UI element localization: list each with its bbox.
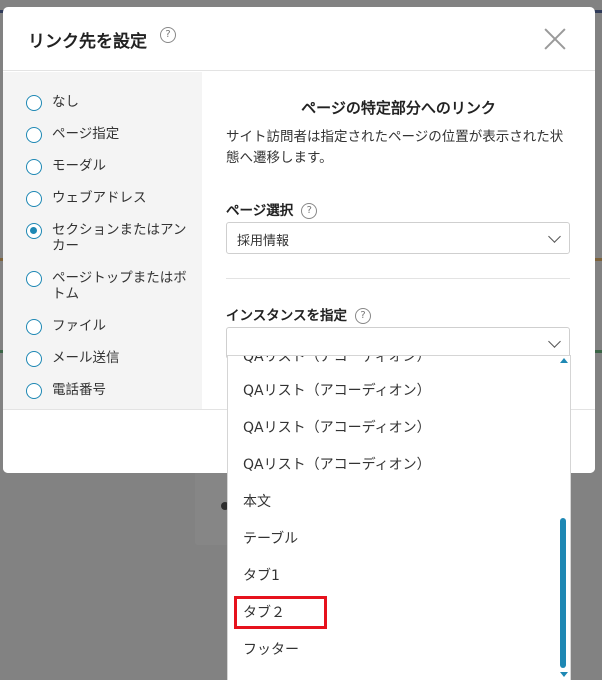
link-type-label: ページトップまたはボトム: [52, 270, 187, 302]
modal-header: リンク先を設定 ?: [3, 7, 595, 71]
link-type-page[interactable]: ページ指定: [26, 126, 197, 143]
help-icon[interactable]: ?: [301, 203, 318, 219]
dropdown-option[interactable]: QAリスト（アコーディオン）: [228, 410, 558, 447]
page-select-dropdown[interactable]: 採用情報: [226, 222, 570, 254]
dropdown-option[interactable]: 本文: [228, 484, 558, 521]
link-type-label: ファイル: [52, 318, 106, 334]
link-type-section-anchor[interactable]: セクションまたはアンカー: [26, 222, 197, 254]
highlight-box: [234, 596, 327, 629]
dropdown-option[interactable]: タブ1: [228, 558, 558, 595]
instance-label-text: インスタンスを指定: [226, 308, 347, 324]
chevron-down-icon: [548, 230, 561, 243]
dropdown-option[interactable]: テーブル: [228, 521, 558, 558]
link-type-modal[interactable]: モーダル: [26, 158, 197, 175]
link-type-label: メール送信: [52, 350, 120, 366]
page-select-value: 採用情報: [237, 234, 290, 249]
link-type-label: ウェブアドレス: [52, 190, 147, 206]
link-type-label: セクションまたはアンカー: [52, 222, 187, 254]
divider: [226, 278, 570, 279]
help-icon[interactable]: ?: [160, 27, 176, 43]
link-type-label: 電話番号: [52, 382, 106, 398]
radio-modal[interactable]: [26, 159, 42, 175]
scrollbar-thumb[interactable]: [560, 518, 566, 668]
instance-dropdown-list[interactable]: QAリスト（アコーディオン） QAリスト（アコーディオン） QAリスト（アコーデ…: [227, 355, 571, 680]
page-select-label: ページ選択?: [226, 199, 318, 219]
radio-page[interactable]: [26, 127, 42, 143]
scroll-down-arrow-icon[interactable]: [560, 672, 568, 677]
chevron-down-icon: [548, 335, 561, 348]
link-type-email[interactable]: メール送信: [26, 350, 197, 367]
modal-title: リンク先を設定: [28, 32, 147, 52]
dropdown-option[interactable]: QAリスト（アコーディオン）: [228, 373, 558, 410]
help-icon[interactable]: ?: [354, 308, 371, 324]
radio-file[interactable]: [26, 319, 42, 335]
close-button[interactable]: [541, 25, 569, 53]
link-type-sidebar: なし ページ指定 モーダル ウェブアドレス セクションまたはアンカー ページトッ…: [3, 72, 202, 409]
link-type-web-address[interactable]: ウェブアドレス: [26, 190, 197, 207]
content-title: ページの特定部分へのリンク: [301, 99, 496, 117]
link-type-file[interactable]: ファイル: [26, 318, 197, 335]
scroll-up-arrow-icon[interactable]: [560, 358, 568, 363]
dropdown-option[interactable]: QAリスト（アコーディオン）: [228, 447, 558, 484]
dropdown-option[interactable]: フッター: [228, 632, 558, 669]
radio-none[interactable]: [26, 95, 42, 111]
instance-label: インスタンスを指定?: [226, 304, 371, 324]
radio-section-anchor[interactable]: [26, 223, 42, 239]
link-type-label: なし: [52, 94, 79, 110]
radio-web-address[interactable]: [26, 191, 42, 207]
radio-phone[interactable]: [26, 383, 42, 399]
content-description: サイト訪問者は指定されたページの位置が表示された状態へ遷移します。: [226, 129, 564, 166]
link-type-label: モーダル: [52, 158, 106, 174]
radio-page-top-bottom[interactable]: [26, 271, 42, 287]
link-type-none[interactable]: なし: [26, 94, 197, 111]
page-select-label-text: ページ選択: [226, 203, 294, 219]
dropdown-scrollbar[interactable]: [557, 356, 570, 680]
link-type-phone[interactable]: 電話番号: [26, 382, 197, 399]
radio-email[interactable]: [26, 351, 42, 367]
link-type-label: ページ指定: [52, 126, 120, 142]
link-type-page-top-bottom[interactable]: ページトップまたはボトム: [26, 270, 197, 302]
